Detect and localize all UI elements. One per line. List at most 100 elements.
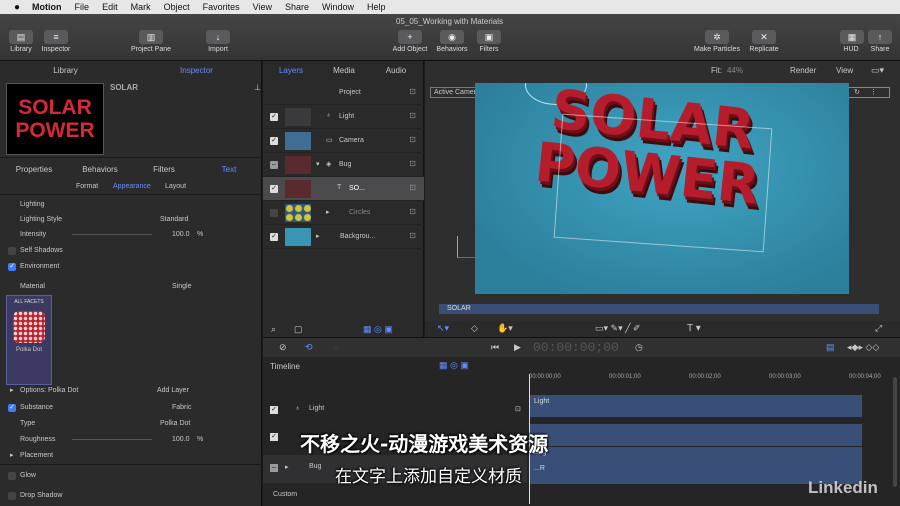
add-object-button[interactable]: + Add Object — [389, 30, 431, 53]
keyframe-nav-icon[interactable]: ◂◆▸ ◇◇ — [847, 342, 879, 353]
substance-checkbox[interactable]: ✓ — [8, 404, 16, 412]
disclosure-icon[interactable]: ▸ — [10, 448, 14, 463]
tab-appearance[interactable]: Appearance — [113, 183, 151, 190]
layer-checkbox[interactable]: ✓ — [270, 233, 278, 241]
timing-icon[interactable]: ◷ — [635, 342, 643, 353]
layer-row-camera[interactable]: ✓ ▭ Camera ⊡ — [263, 129, 424, 153]
timeline-row-light[interactable]: ✓ ♁ Light ⊡ — [263, 397, 527, 425]
timing-pane-icon[interactable]: ▤ — [826, 342, 835, 353]
tab-layers[interactable]: Layers — [271, 63, 311, 79]
self-shadows-checkbox[interactable] — [8, 247, 16, 255]
custom-popup[interactable]: Custom — [273, 491, 297, 498]
type-popup[interactable]: Polka Dot — [160, 416, 190, 431]
transform-tool-icon[interactable]: ◇ — [471, 323, 478, 334]
disclosure-icon[interactable]: ▸ — [10, 383, 14, 398]
material-popup[interactable]: Single — [172, 279, 191, 294]
pin-icon[interactable]: ⊥ — [254, 83, 261, 92]
render-popup[interactable]: Render — [790, 66, 816, 75]
track-bar-light[interactable]: Light — [530, 395, 862, 417]
track-checkbox[interactable]: ✓ — [270, 433, 278, 441]
track-checkbox[interactable]: ✓ — [270, 406, 278, 414]
tab-layout[interactable]: Layout — [165, 183, 186, 190]
layer-checkbox[interactable]: – — [270, 161, 278, 169]
text-tool-icon[interactable]: T ▾ — [687, 323, 701, 334]
menu-file[interactable]: File — [75, 2, 90, 12]
track-bar-camera[interactable] — [530, 424, 862, 446]
inspector-button[interactable]: ≡ Inspector — [38, 30, 74, 53]
tab-behaviors[interactable]: Behaviors — [80, 162, 120, 178]
share-button[interactable]: ↑ Share — [868, 30, 892, 53]
behaviors-button[interactable]: ◉ Behaviors — [434, 30, 470, 53]
zoom-popup[interactable]: 44% — [727, 66, 743, 75]
tab-filters[interactable]: Filters — [144, 162, 184, 178]
tab-inspector[interactable]: Inspector — [131, 63, 262, 79]
add-layer-popup[interactable]: Add Layer — [157, 383, 189, 398]
view-popup[interactable]: View — [836, 66, 853, 75]
replicate-button[interactable]: ✕ Replicate — [746, 30, 782, 53]
layer-checkbox[interactable] — [270, 209, 278, 217]
track-checkbox[interactable]: – — [270, 464, 278, 472]
disclosure-open-icon[interactable]: ▾ — [316, 160, 320, 168]
layer-row-circles[interactable]: ▸ Circles ⊡ — [263, 201, 424, 225]
play-button[interactable]: ▶ — [514, 342, 521, 353]
layers-view-icon[interactable]: ▦ ◎ ▣ — [363, 324, 393, 335]
view-layout-icon[interactable]: ▭▾ — [871, 65, 884, 76]
project-pane-button[interactable]: ▥ Project Pane — [128, 30, 174, 53]
roughness-slider[interactable] — [72, 439, 152, 440]
disclosure-icon[interactable]: ▸ — [326, 208, 330, 216]
disclosure-icon[interactable]: ▸ — [316, 232, 320, 240]
drop-shadow-checkbox[interactable] — [8, 492, 16, 500]
layer-row-project[interactable]: Project ⊡ — [263, 81, 424, 105]
lighting-style-popup[interactable]: Standard — [160, 212, 188, 227]
lock-icon[interactable]: ⊡ — [409, 159, 416, 168]
menu-help[interactable]: Help — [367, 2, 386, 12]
lock-icon[interactable]: ⊡ — [409, 231, 416, 240]
loop-icon[interactable]: ⟲ — [305, 342, 313, 353]
lock-icon[interactable]: ⊡ — [409, 87, 416, 96]
lock-icon[interactable]: ⊡ — [515, 405, 521, 413]
tab-text[interactable]: Text — [214, 162, 244, 178]
menu-favorites[interactable]: Favorites — [203, 2, 240, 12]
lock-icon[interactable]: ⊡ — [409, 135, 416, 144]
menu-share[interactable]: Share — [285, 2, 309, 12]
timeline-scrollbar[interactable] — [893, 377, 897, 487]
lock-icon[interactable]: ⊡ — [409, 207, 416, 216]
tab-library[interactable]: Library — [0, 63, 131, 79]
apple-icon[interactable]: ● — [14, 2, 20, 13]
timeline-view-icons[interactable]: ▦ ◎ ▣ — [439, 360, 469, 371]
layer-row-bug[interactable]: – ▾ ◈ Bug ⊡ — [263, 153, 424, 177]
tab-properties[interactable]: Properties — [14, 162, 54, 178]
library-button[interactable]: ▤ Library — [8, 30, 34, 53]
intensity-slider[interactable] — [72, 234, 152, 235]
lock-icon[interactable]: ⊡ — [409, 183, 416, 192]
menu-object[interactable]: Object — [164, 2, 190, 12]
menu-view[interactable]: View — [253, 2, 272, 12]
layers-options-icon[interactable]: ▢ — [294, 324, 303, 335]
layer-checkbox[interactable]: ✓ — [270, 113, 278, 121]
glow-checkbox[interactable] — [8, 472, 16, 480]
tab-media[interactable]: Media — [324, 63, 364, 79]
shape-tools-icon[interactable]: ▭▾ ✎▾ ╱ ✐ — [595, 323, 641, 334]
3d-axis-gizmo[interactable] — [457, 236, 477, 258]
filters-button[interactable]: ▣ Filters — [475, 30, 503, 53]
record-icon[interactable]: ◌ — [333, 342, 338, 352]
timecode-display[interactable]: 00:00:00;00 — [533, 340, 619, 355]
import-button[interactable]: ↓ Import — [203, 30, 233, 53]
canvas-viewport[interactable]: SOLAR POWER — [475, 83, 849, 294]
hud-button[interactable]: ▦ HUD — [840, 30, 864, 53]
menu-window[interactable]: Window — [322, 2, 354, 12]
layer-row-light[interactable]: ✓ ♁ Light ⊡ — [263, 105, 424, 129]
menu-edit[interactable]: Edit — [102, 2, 118, 12]
select-tool-icon[interactable]: ↖▾ — [437, 323, 449, 334]
tab-format[interactable]: Format — [76, 183, 98, 190]
tab-audio[interactable]: Audio — [376, 63, 416, 79]
lock-icon[interactable]: ⊡ — [409, 111, 416, 120]
hand-tool-icon[interactable]: ✋▾ — [497, 323, 513, 334]
make-particles-button[interactable]: ✲ Make Particles — [690, 30, 744, 53]
layers-search-icon[interactable]: ⌕ — [271, 324, 276, 335]
layer-checkbox[interactable]: ✓ — [270, 185, 278, 193]
layer-row-solar[interactable]: ✓ T SO... ⊡ — [263, 177, 424, 201]
timeline-ruler[interactable]: 00:00:00;00 00:00:01;00 00:00:02;00 00:0… — [527, 374, 900, 386]
layer-checkbox[interactable]: ✓ — [270, 137, 278, 145]
expand-icon[interactable]: ⤢ — [875, 323, 882, 334]
